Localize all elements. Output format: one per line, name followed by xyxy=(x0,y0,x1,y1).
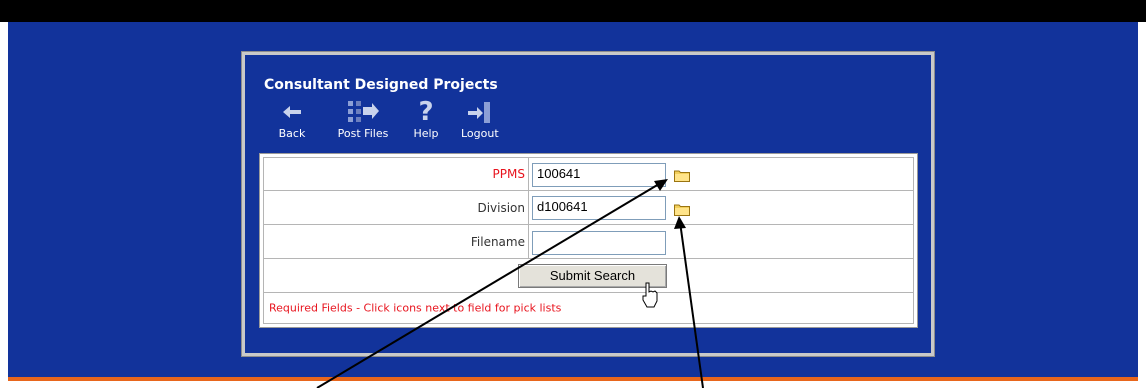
hand-cursor-icon xyxy=(642,282,658,308)
annotation-arrow-division xyxy=(679,221,704,388)
annotation-arrow-ppms xyxy=(316,180,665,388)
annotation-arrowhead-division xyxy=(674,216,686,229)
annotation-overlay xyxy=(316,179,704,388)
